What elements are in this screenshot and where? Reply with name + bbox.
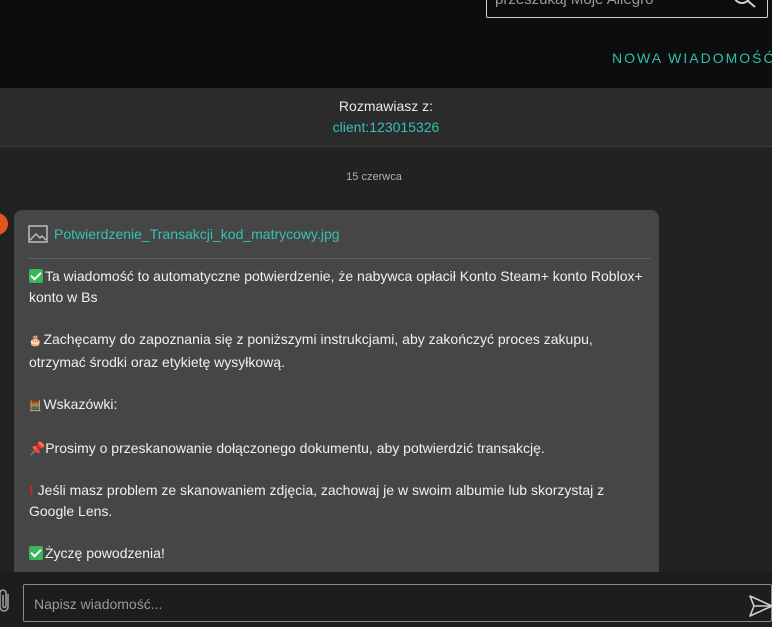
divider [28, 258, 651, 259]
search-icon[interactable] [729, 0, 759, 17]
message-paragraph: 📌Prosimy o przeskanowanie dołączonego do… [29, 438, 644, 459]
message-line: Życzę powodzenia! [45, 545, 165, 561]
message-paragraph: 🧮 Wskazówki: [29, 394, 644, 417]
exclamation-emoji-icon: ! [29, 482, 34, 498]
message-line: Prosimy o przeskanowanie dołączonego dok… [45, 440, 545, 456]
search-input[interactable]: przeszukaj Moje Allegro [495, 0, 653, 8]
message-input[interactable] [32, 585, 736, 623]
message-line: Jeśli masz problem ze skanowaniem zdjęci… [29, 482, 605, 519]
abacus-emoji-icon: 🧮 [29, 401, 42, 412]
check-emoji-icon [29, 269, 43, 283]
message-paragraph: Życzę powodzenia! [29, 543, 644, 564]
search-box[interactable]: przeszukaj Moje Allegro [486, 0, 768, 18]
message-line: Ta wiadomość to automatyczne potwierdzen… [29, 268, 643, 305]
message-line: Wskazówki: [43, 396, 118, 412]
cake-emoji-icon: 🎂 [29, 336, 42, 347]
message-bubble: Potwierdzenie_Transakcji_kod_matrycowy.j… [14, 210, 659, 590]
message-paragraph: ! Jeśli masz problem ze skanowaniem zdjęc… [29, 480, 644, 522]
message-paragraph: Ta wiadomość to automatyczne potwierdzen… [29, 266, 644, 308]
conversation-header: Rozmawiasz z: client:123015326 [0, 88, 772, 147]
avatar [0, 213, 8, 235]
message-text: Ta wiadomość to automatyczne potwierdzen… [29, 266, 644, 585]
top-header: przeszukaj Moje Allegro NOWA WIADOMOŚĆ [0, 0, 772, 88]
attachment[interactable]: Potwierdzenie_Transakcji_kod_matrycowy.j… [28, 222, 340, 246]
date-separator: 15 czerwca [346, 171, 402, 183]
image-icon [28, 225, 48, 243]
paperclip-icon[interactable] [0, 588, 14, 614]
attachment-filename[interactable]: Potwierdzenie_Transakcji_kod_matrycowy.j… [54, 226, 340, 242]
client-link[interactable]: client:123015326 [0, 119, 772, 135]
composer [0, 572, 772, 627]
check-emoji-icon [29, 546, 43, 560]
message-line: Zachęcamy do zapoznania się z poniższymi… [29, 331, 593, 370]
message-field[interactable] [23, 584, 772, 623]
pushpin-emoji-icon: 📌 [29, 441, 46, 456]
send-icon[interactable] [748, 594, 772, 618]
new-message-button[interactable]: NOWA WIADOMOŚĆ [612, 50, 772, 66]
message-paragraph: 🎂 Zachęcamy do zapoznania się z poniższym… [29, 329, 644, 373]
talking-with-label: Rozmawiasz z: [338, 98, 434, 114]
